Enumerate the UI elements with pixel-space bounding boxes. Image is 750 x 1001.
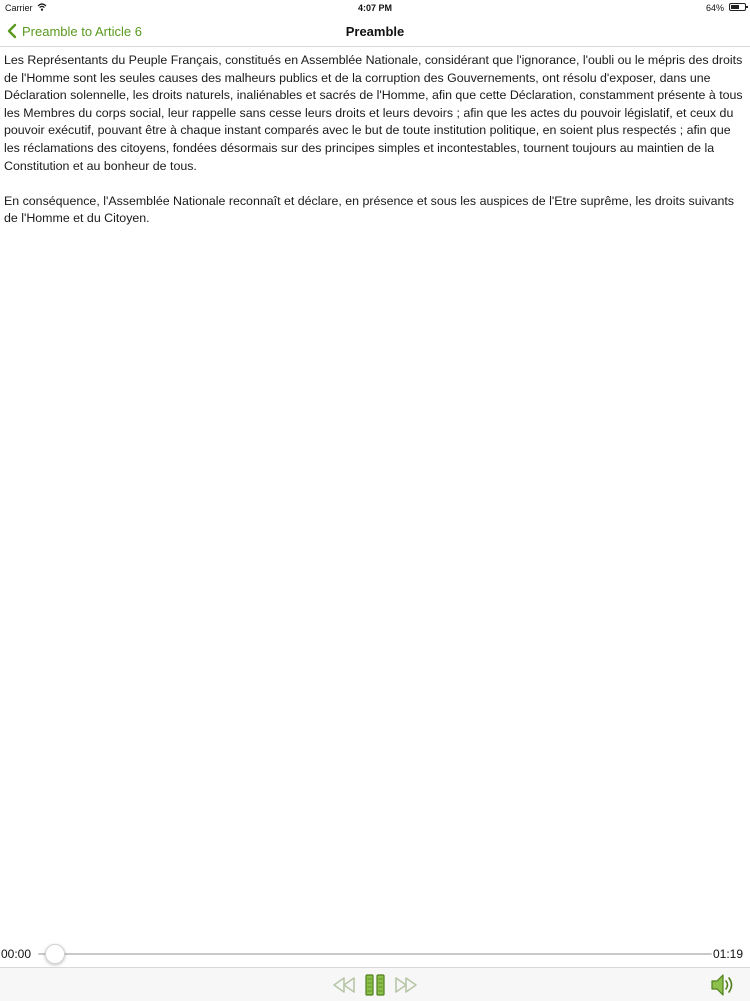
- playback-toolbar: [0, 967, 750, 1001]
- battery-icon: [729, 3, 748, 11]
- page-title: Preamble: [345, 24, 405, 39]
- progress-track[interactable]: [38, 944, 712, 964]
- battery-percentage: 64%: [705, 3, 724, 13]
- pause-icon: [365, 974, 385, 996]
- elapsed-time: 00:00: [1, 947, 32, 961]
- total-time: 01:19: [712, 947, 743, 961]
- navigation-bar: Preamble to Article 6 Preamble: [0, 16, 750, 47]
- rewind-button[interactable]: [331, 974, 357, 996]
- volume-icon: [711, 974, 733, 996]
- rewind-icon: [333, 977, 355, 993]
- pause-button[interactable]: [362, 974, 388, 996]
- fast-forward-button[interactable]: [393, 974, 419, 996]
- clock: 4:07 PM: [357, 3, 392, 13]
- paragraph: Les Représentants du Peuple Français, co…: [4, 53, 743, 173]
- article-text: Les Représentants du Peuple Français, co…: [4, 52, 746, 246]
- volume-button[interactable]: [709, 972, 737, 998]
- battery-level: [731, 5, 739, 9]
- paragraph: En conséquence, l'Assemblée Nationale re…: [4, 193, 734, 226]
- progress-thumb[interactable]: [45, 944, 65, 964]
- status-bar: Carrier 4:07 PM 64%: [0, 0, 750, 16]
- audio-scrubber: 00:00 01:19: [0, 940, 750, 968]
- fast-forward-icon: [395, 977, 417, 993]
